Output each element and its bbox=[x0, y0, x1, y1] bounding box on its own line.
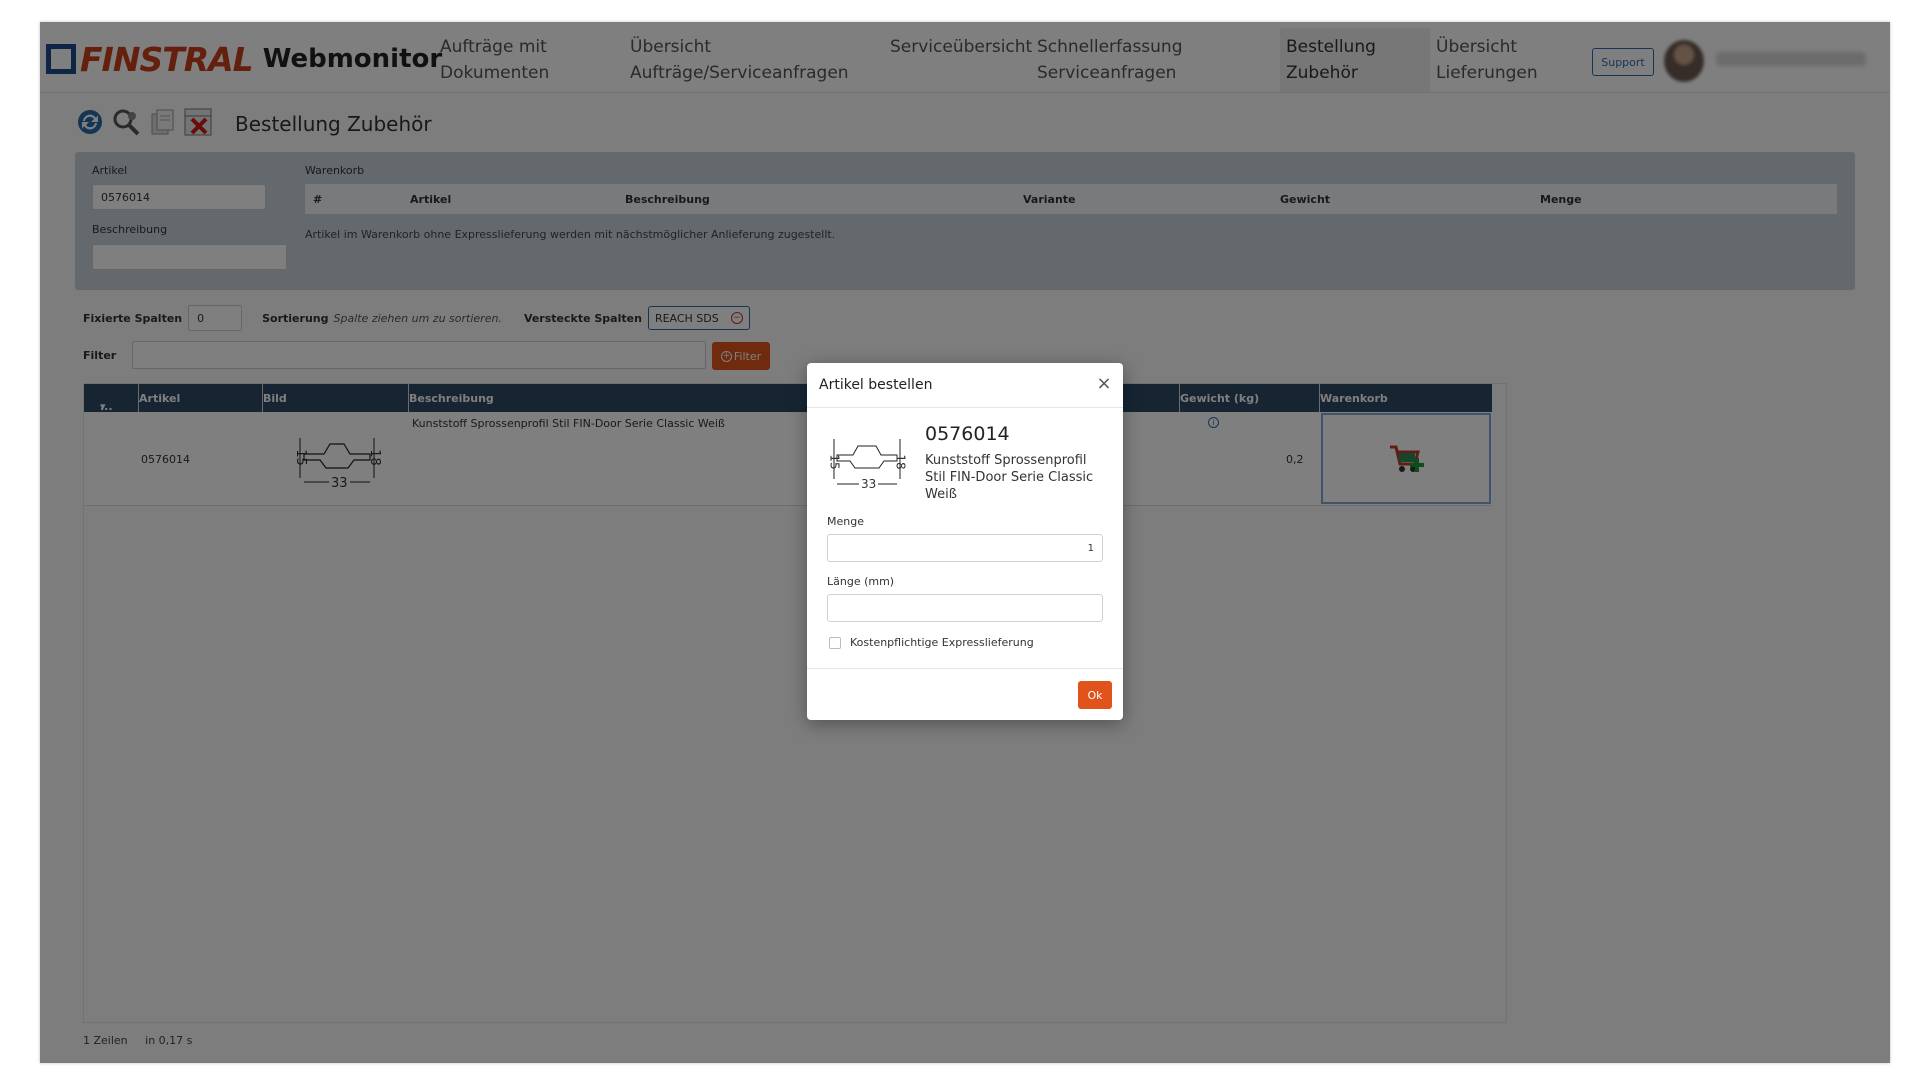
dialog-footer: Ok bbox=[807, 668, 1123, 720]
app-window: FINSTRAL Webmonitor Aufträge mit Dokumen… bbox=[40, 22, 1890, 1063]
dialog-title: Artikel bestellen bbox=[819, 377, 933, 393]
ok-button[interactable]: Ok bbox=[1078, 681, 1112, 709]
express-delivery-checkbox[interactable] bbox=[829, 637, 841, 649]
dialog-article-number: 0576014 bbox=[925, 423, 1010, 445]
menge-label: Menge bbox=[827, 515, 864, 528]
express-delivery-label[interactable]: Kostenpflichtige Expresslieferung bbox=[850, 636, 1034, 649]
dialog-header: Artikel bestellen × bbox=[807, 363, 1123, 408]
dim-right-label: 18 bbox=[893, 454, 908, 470]
order-article-dialog: Artikel bestellen × 15 18 33 0576014 Kun… bbox=[807, 363, 1123, 720]
menge-input[interactable]: 1 bbox=[827, 534, 1103, 562]
laenge-label: Länge (mm) bbox=[827, 575, 895, 588]
dim-left-label: 15 bbox=[827, 454, 842, 470]
dialog-article-description: Kunststoff Sprossenprofil Stil FIN-Door … bbox=[925, 453, 1094, 502]
dim-bottom-label: 33 bbox=[859, 477, 879, 491]
article-image: 15 18 33 bbox=[827, 421, 908, 501]
laenge-input[interactable] bbox=[827, 594, 1103, 622]
close-icon[interactable]: × bbox=[1095, 375, 1113, 393]
